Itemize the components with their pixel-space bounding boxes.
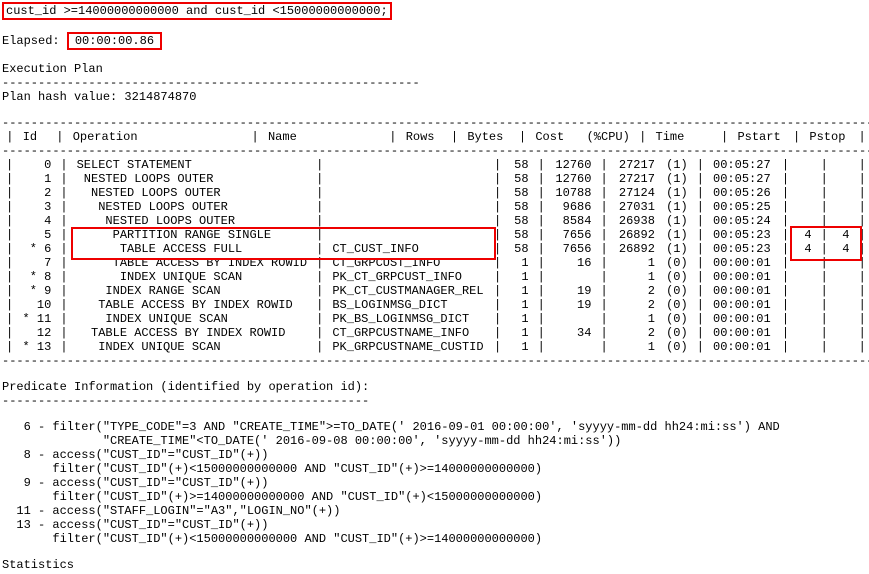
table-row: |1| NESTED LOOPS OUTER||58|12760|27217(1… — [2, 172, 869, 186]
plan-header-row: | Id | Operation | Name | Rows | Bytes |… — [2, 130, 869, 144]
predicate-info-heading: Predicate Information (identified by ope… — [2, 380, 869, 394]
plan-body: |0|SELECT STATEMENT||58|12760|27217(1)|0… — [2, 158, 869, 354]
plan-bottom-border: ----------------------------------------… — [2, 354, 869, 368]
table-row: |3| NESTED LOOPS OUTER||58|9686|27031(1)… — [2, 200, 869, 214]
hdr-operation: Operation — [69, 130, 248, 144]
execution-plan-table: | Id | Operation | Name | Rows | Bytes |… — [2, 130, 869, 144]
top-predicate-box: cust_id >=14000000000000 and cust_id <15… — [2, 2, 392, 20]
elapsed-value-box: 00:00:00.86 — [67, 32, 162, 50]
elapsed-line: Elapsed: 00:00:00.86 — [2, 32, 869, 50]
predicate-block: 6 - filter("TYPE_CODE"=3 AND "CREATE_TIM… — [2, 420, 869, 546]
plan-top-border: ----------------------------------------… — [2, 116, 869, 130]
table-row: |* 11| INDEX UNIQUE SCAN|PK_BS_LOGINMSG_… — [2, 312, 869, 326]
table-row: |12| TABLE ACCESS BY INDEX ROWID|CT_GRPC… — [2, 326, 869, 340]
separator-line: ----------------------------------------… — [2, 76, 869, 90]
table-row: |* 6| TABLE ACCESS FULL|CT_CUST_INFO|58|… — [2, 242, 869, 256]
hdr-id: Id — [19, 130, 52, 144]
hdr-time: Time — [652, 130, 717, 144]
hdr-bytes: Bytes — [463, 130, 514, 144]
statistics-heading: Statistics — [2, 558, 869, 572]
plan-mid-border: ----------------------------------------… — [2, 144, 869, 158]
hdr-pstop: Pstop — [805, 130, 854, 144]
hdr-cpu: (%CPU) — [583, 130, 635, 144]
table-row: |5| PARTITION RANGE SINGLE||58|7656|2689… — [2, 228, 869, 242]
table-row: |4| NESTED LOOPS OUTER||58|8584|26938(1)… — [2, 214, 869, 228]
elapsed-label: Elapsed: — [2, 34, 60, 48]
execution-plan-heading: Execution Plan — [2, 62, 869, 76]
table-row: |10| TABLE ACCESS BY INDEX ROWID|BS_LOGI… — [2, 298, 869, 312]
predicate-dash: ----------------------------------------… — [2, 394, 869, 408]
hdr-name: Name — [264, 130, 385, 144]
plan-hash-value: Plan hash value: 3214874870 — [2, 90, 869, 104]
table-row: |* 8| INDEX UNIQUE SCAN|PK_CT_GRPCUST_IN… — [2, 270, 869, 284]
table-row: |2| NESTED LOOPS OUTER||58|10788|27124(1… — [2, 186, 869, 200]
table-row: |7| TABLE ACCESS BY INDEX ROWID|CT_GRPCU… — [2, 256, 869, 270]
table-row: |* 13| INDEX UNIQUE SCAN|PK_GRPCUSTNAME_… — [2, 340, 869, 354]
hdr-rows: Rows — [402, 130, 447, 144]
hdr-pstart: Pstart — [733, 130, 788, 144]
table-row: |* 9| INDEX RANGE SCAN|PK_CT_CUSTMANAGER… — [2, 284, 869, 298]
hdr-cost: Cost — [531, 130, 582, 144]
table-row: |0|SELECT STATEMENT||58|12760|27217(1)|0… — [2, 158, 869, 172]
